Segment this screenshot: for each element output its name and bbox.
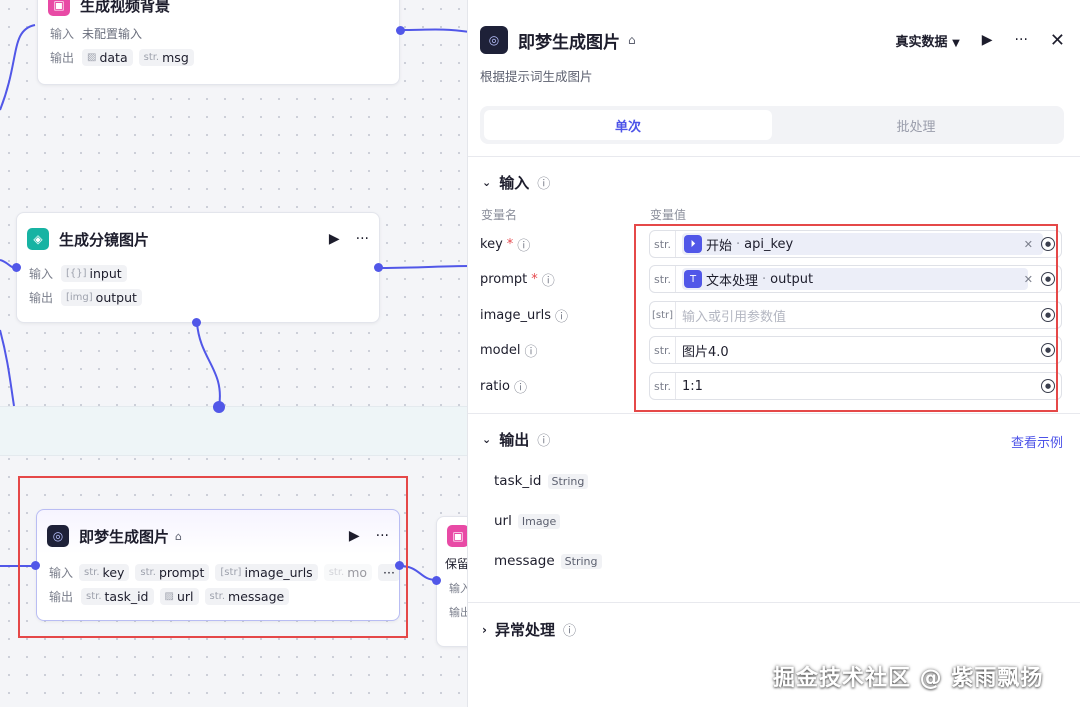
output-section-header[interactable]: ⌄ 输出 ⓘ	[482, 429, 550, 450]
panel-title: 即梦生成图片	[518, 32, 620, 53]
divider	[468, 413, 1080, 414]
run-icon[interactable]: ▶	[329, 231, 340, 247]
tab-batch[interactable]: 批处理	[772, 110, 1060, 140]
watermark: 掘金技术社区 @ 紫雨飘扬	[773, 666, 1044, 691]
port-in[interactable]	[12, 263, 21, 272]
plugin-badge-icon: ⌂	[628, 33, 636, 47]
output-chip: str. message	[204, 587, 290, 605]
info-icon: ⓘ	[524, 344, 538, 360]
chevron-right-icon: ›	[482, 622, 487, 637]
info-icon: ⓘ	[562, 624, 576, 639]
info-icon: ⓘ	[513, 380, 527, 396]
more-icon[interactable]: ···	[376, 528, 389, 544]
caret-down-icon: ▼	[952, 37, 960, 49]
more-icon[interactable]: ···	[1015, 32, 1028, 48]
node-config-panel: ◎ 即梦生成图片 ⌂ 真实数据 ▼ ▶ ··· ✕ 根据提示词生成图片 单次 批…	[467, 0, 1080, 707]
image-type-icon: ▨	[87, 51, 97, 63]
edge-mid-bottom	[196, 322, 221, 408]
output-chip: str. task_id	[81, 587, 154, 605]
image-type-icon: ▨	[164, 590, 174, 602]
jimeng-logo-icon: ◎	[47, 525, 69, 547]
divider	[468, 602, 1080, 603]
edge-top-in	[0, 24, 36, 111]
node-generate-video-bg[interactable]: ▣ 生成视频背景 输入 未配置输入 输出 ▨ data str. msg	[37, 0, 400, 85]
params-highlight	[634, 224, 1058, 412]
chevron-down-icon: ⌄	[482, 433, 492, 446]
panel-subtitle: 根据提示词生成图片	[480, 69, 593, 84]
input-section-header[interactable]: ⌄ 输入 ⓘ	[482, 172, 550, 193]
image-gen-icon: ▣	[48, 0, 70, 16]
output-chip: str. msg	[138, 48, 194, 66]
tab-single[interactable]: 单次	[484, 110, 772, 140]
output-field-row: url Image	[494, 513, 561, 529]
input-chip: [{}] input	[61, 264, 127, 282]
jimeng-logo-icon: ◎	[480, 26, 508, 54]
input-chip: str. prompt	[135, 563, 210, 581]
edge-top-out	[399, 28, 470, 33]
port-out[interactable]	[395, 561, 404, 570]
port-out[interactable]	[396, 26, 405, 35]
close-icon[interactable]: ✕	[1050, 30, 1065, 51]
info-icon: ⓘ	[537, 434, 551, 449]
port-in[interactable]	[31, 561, 40, 570]
port-bottom[interactable]	[192, 318, 201, 327]
info-icon: ⓘ	[537, 177, 551, 192]
node-jimeng-image[interactable]: ◎ 即梦生成图片 ⌂ ▶ ··· 输入 str. key str. prompt […	[36, 509, 400, 621]
more-icon[interactable]: ···	[356, 231, 369, 247]
output-chip: [img] output	[61, 288, 142, 306]
edge-junction	[213, 401, 225, 413]
info-icon: ⓘ	[541, 273, 555, 289]
output-chip: ▨ url	[159, 587, 199, 605]
port-in[interactable]	[432, 576, 441, 585]
info-icon: ⓘ	[517, 238, 531, 254]
error-section-header[interactable]: › 异常处理 ⓘ	[482, 619, 576, 640]
chevron-down-icon: ⌄	[482, 176, 492, 189]
output-chip: ▨ data	[82, 48, 133, 66]
input-chip: str. key	[79, 563, 130, 581]
edge-mid-down	[0, 329, 15, 407]
output-field-row: task_id String	[494, 473, 589, 489]
data-mode-select[interactable]: 真实数据 ▼	[896, 31, 960, 50]
node-storyboard-images[interactable]: ◈ 生成分镜图片 ▶ ··· 输入 [{}] input 输出 [img] outp…	[16, 212, 380, 323]
layers-icon: ◈	[27, 228, 49, 250]
output-field-row: message String	[494, 553, 602, 569]
input-chip: [str] image_urls	[215, 563, 318, 581]
edge-mid-out	[377, 265, 470, 269]
info-icon: ⓘ	[554, 309, 568, 325]
run-mode-tabs: 单次 批处理	[480, 106, 1064, 144]
view-example-link[interactable]: 查看示例	[1011, 432, 1063, 451]
run-icon[interactable]: ▶	[982, 32, 993, 48]
run-icon[interactable]: ▶	[349, 528, 360, 544]
port-out[interactable]	[374, 263, 383, 272]
image-gen-icon: ▣	[447, 525, 469, 547]
input-chip: str. mo	[323, 563, 373, 581]
divider	[468, 156, 1080, 157]
plugin-badge-icon: ⌂	[175, 529, 182, 543]
